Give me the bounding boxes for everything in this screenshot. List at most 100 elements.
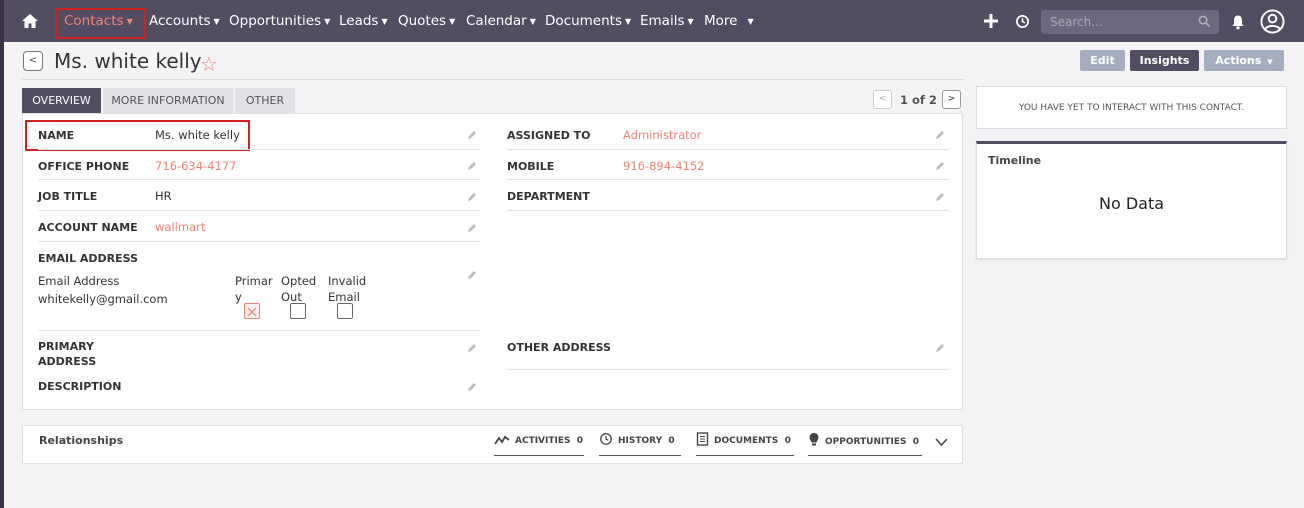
left-edge-bar — [0, 0, 4, 508]
pencil-icon[interactable] — [467, 382, 477, 392]
pencil-icon[interactable] — [935, 161, 945, 171]
mobile-label: MOBILE — [507, 160, 555, 173]
pencil-icon[interactable] — [467, 161, 477, 171]
assigned-to-label: ASSIGNED TO — [507, 129, 591, 142]
email-address-label: EMAIL ADDRESS — [38, 252, 139, 265]
row-divider — [38, 149, 480, 150]
relationship-opportunities-count: 0 — [912, 437, 920, 447]
activity-chart-icon — [494, 435, 510, 445]
chevron-down-icon: ▼ — [381, 17, 388, 26]
primary-checkbox[interactable] — [244, 303, 260, 319]
email-sub-label: Email Address — [38, 274, 120, 288]
chevron-down-icon: ▼ — [687, 17, 694, 26]
nav-accounts-label: Accounts — [149, 13, 211, 29]
nav-accounts[interactable]: Accounts ▼ — [149, 0, 220, 42]
relationship-history-label: HISTORY — [618, 436, 663, 446]
nav-quotes[interactable]: Quotes ▼ — [398, 0, 455, 42]
tab-more-information[interactable]: MORE INFORMATION — [103, 88, 233, 113]
pencil-icon[interactable] — [935, 130, 945, 140]
pencil-icon[interactable] — [935, 343, 945, 353]
row-divider — [38, 179, 480, 180]
relationship-documents-count: 0 — [784, 436, 791, 446]
interaction-card: YOU HAVE YET TO INTERACT WITH THIS CONTA… — [976, 86, 1287, 129]
chevron-down-icon: ▼ — [624, 17, 632, 26]
invalid-email-checkbox[interactable] — [337, 303, 353, 319]
nav-opportunities[interactable]: Opportunities ▼ — [229, 0, 330, 42]
nav-quotes-label: Quotes — [398, 13, 447, 29]
actions-button-label: Actions — [1215, 54, 1262, 67]
job-title-label: JOB TITLE — [38, 190, 98, 203]
search-icon[interactable] — [1198, 15, 1211, 28]
nav-emails-label: Emails — [640, 13, 685, 29]
insights-button[interactable]: Insights — [1130, 50, 1199, 71]
pencil-icon[interactable] — [467, 270, 477, 280]
chevron-down-icon: ▼ — [449, 17, 456, 26]
history-icon[interactable] — [1015, 14, 1030, 29]
assigned-to-link[interactable]: Administrator — [623, 128, 701, 142]
pencil-icon[interactable] — [467, 130, 477, 140]
row-divider — [38, 210, 480, 211]
nav-more-label: More — [704, 13, 738, 29]
chevron-down-icon: ▼ — [1267, 58, 1273, 66]
email-link[interactable]: whitekelly@gmail.com — [38, 291, 168, 307]
top-navigation-bar: Contacts ▼ Accounts ▼ Opportunities ▼ Leads… — [4, 0, 1304, 42]
pager-prev-button[interactable]: < — [873, 90, 892, 109]
pencil-icon[interactable] — [467, 192, 477, 202]
office-phone-label: OFFICE PHONE — [38, 160, 130, 173]
relationship-activities[interactable]: ACTIVITIES 0 — [494, 432, 584, 456]
relationships-title: Relationships — [39, 434, 124, 447]
chevron-left-icon: < — [28, 55, 38, 66]
chevron-down-icon: ▼ — [529, 17, 536, 26]
chevron-down-icon: ▼ — [213, 17, 220, 26]
nav-emails[interactable]: Emails ▼ — [640, 0, 694, 42]
user-icon[interactable] — [1260, 9, 1285, 34]
primary-col-label-2: y — [235, 290, 242, 304]
tab-overview[interactable]: OVERVIEW — [22, 88, 101, 113]
pager-text: 1 of 2 — [900, 93, 937, 107]
row-divider — [507, 179, 949, 180]
nav-calendar-label: Calendar — [466, 13, 527, 29]
pager-next-button[interactable]: > — [942, 90, 961, 109]
timeline-title: Timeline — [988, 154, 1042, 167]
back-button[interactable]: < — [23, 51, 43, 71]
nav-more[interactable]: More ▼ — [704, 0, 754, 42]
row-divider — [507, 149, 949, 150]
interaction-text: YOU HAVE YET TO INTERACT WITH THIS CONTA… — [1018, 103, 1245, 113]
nav-leads[interactable]: Leads ▼ — [339, 0, 388, 42]
detail-panel: NAME Ms. white kelly ASSIGNED TO Adminis… — [22, 113, 963, 410]
bell-icon[interactable] — [1230, 14, 1246, 30]
job-title-value: HR — [155, 189, 172, 203]
highlight-box-contacts — [55, 8, 146, 39]
account-name-link[interactable]: wallmart — [155, 220, 205, 234]
timeline-empty-text: No Data — [1098, 194, 1165, 213]
nav-documents-label: Documents — [545, 13, 622, 29]
description-label: DESCRIPTION — [38, 380, 122, 393]
home-icon[interactable] — [20, 11, 40, 31]
chevron-down-icon[interactable] — [935, 438, 948, 447]
lightbulb-icon — [809, 433, 819, 446]
row-divider — [507, 210, 949, 211]
primary-address-label-1: PRIMARY — [38, 340, 94, 353]
edit-button[interactable]: Edit — [1080, 50, 1125, 71]
department-label: DEPARTMENT — [507, 190, 590, 203]
relationship-opportunities[interactable]: OPPORTUNITIES 0 — [808, 432, 922, 456]
chevron-down-icon: ▼ — [747, 17, 754, 26]
favorite-star-icon[interactable]: ☆ — [200, 52, 218, 76]
nav-documents[interactable]: Documents ▼ — [545, 0, 631, 42]
relationship-history[interactable]: HISTORY 0 — [599, 432, 681, 456]
pencil-icon[interactable] — [467, 343, 477, 353]
nav-calendar[interactable]: Calendar ▼ — [466, 0, 536, 42]
plus-icon[interactable] — [983, 13, 999, 29]
search-input[interactable]: Search... — [1041, 10, 1219, 34]
relationship-documents-label: DOCUMENTS — [714, 436, 779, 446]
relationship-documents[interactable]: DOCUMENTS 0 — [696, 432, 794, 456]
row-divider — [38, 241, 480, 242]
opted-out-checkbox[interactable] — [290, 303, 306, 319]
mobile-link[interactable]: 916-894-4152 — [623, 159, 704, 173]
pencil-icon[interactable] — [467, 223, 477, 233]
pencil-icon[interactable] — [935, 192, 945, 202]
actions-button[interactable]: Actions ▼ — [1204, 50, 1284, 71]
search-placeholder: Search... — [1050, 15, 1103, 29]
office-phone-link[interactable]: 716-634-4177 — [155, 159, 236, 173]
tab-other[interactable]: OTHER — [235, 88, 295, 113]
